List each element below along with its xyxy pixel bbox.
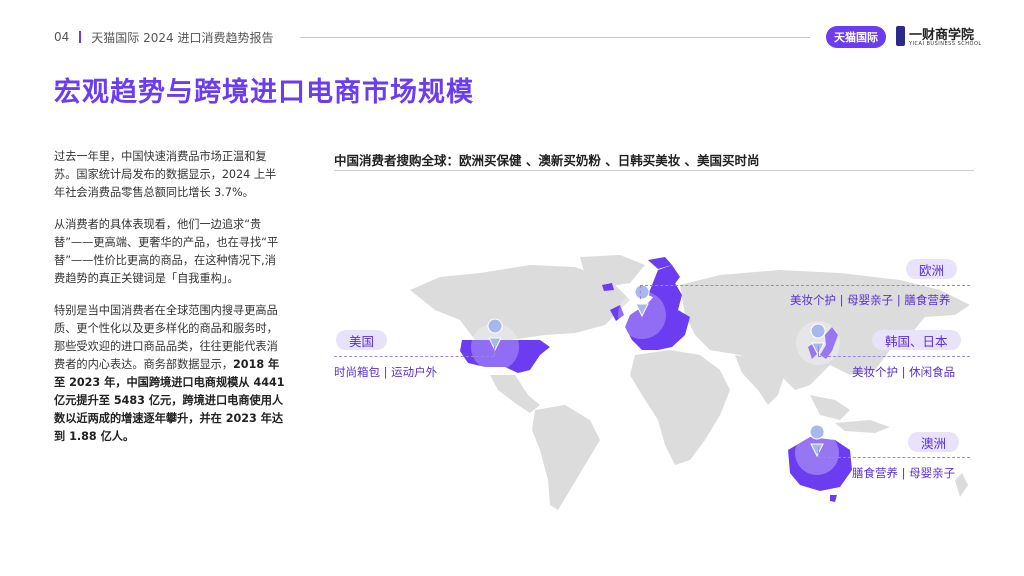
map-central-america	[490, 375, 540, 413]
korea-japan-leader-vline	[818, 346, 819, 356]
region-items-europe: 美妆个护 | 母婴亲子 | 膳食营养	[790, 293, 951, 307]
map-se-asia	[810, 395, 850, 420]
page-number: 04	[54, 30, 70, 44]
header-separator	[79, 31, 82, 43]
europe-leader-vline	[640, 285, 641, 299]
map-africa	[630, 350, 730, 465]
report-title: 天猫国际 2024 进口消费趋势报告	[91, 30, 274, 45]
usa-leader-line	[334, 356, 494, 357]
yicai-logo-subtext: YICAI BUSINESS SCHOOL	[909, 41, 982, 47]
region-tag-usa: 美国	[336, 330, 388, 350]
paragraph-3: 特别是当中国消费者在全球范围内搜寻更高品质、更个性化以及更多样化的商品和服务时，…	[54, 302, 286, 446]
map-title-rule	[334, 170, 974, 171]
region-tag-europe: 欧洲	[906, 259, 958, 279]
page-title: 宏观趋势与跨境进口电商市场规模	[54, 77, 474, 108]
map-south-america	[532, 405, 600, 510]
europe-leader-line	[640, 285, 970, 286]
map-new-zealand	[955, 473, 968, 497]
region-tag-korea-japan: 韩国、日本	[872, 330, 961, 350]
region-tag-australia: 澳洲	[908, 432, 960, 452]
korea-japan-leader-line	[818, 356, 970, 357]
tmall-global-logo: 天猫国际	[826, 26, 886, 48]
header-rule	[300, 37, 810, 38]
yicai-logo-mark	[896, 26, 905, 46]
region-items-korea-japan: 美妆个护 | 休闲食品	[852, 365, 956, 379]
yicai-logo: 一财商学院 YICAI BUSINESS SCHOOL	[896, 24, 981, 52]
australia-leader-vline	[818, 447, 819, 457]
paragraph-1: 过去一年里，中国快速消费品市场正温和复苏。国家统计局发布的数据显示，2024 上…	[54, 150, 277, 199]
region-items-australia: 膳食营养 | 母婴亲子	[852, 466, 956, 480]
paragraph-2: 从消费者的具体表现看，他们一边追求“贵替”——更高端、更奢华的产品，也在寻找“平…	[54, 218, 279, 285]
map-tasmania	[830, 495, 837, 502]
region-items-usa: 时尚箱包 | 运动户外	[334, 365, 438, 379]
map-title: 中国消费者搜购全球：欧洲买保健 、澳新买奶粉 、日韩买美妆 、美国买时尚	[334, 153, 760, 168]
australia-leader-line	[818, 457, 970, 458]
map-indonesia	[835, 420, 890, 433]
usa-leader-vline	[494, 346, 495, 356]
body-text: 过去一年里，中国快速消费品市场正温和复苏。国家统计局发布的数据显示，2024 上…	[54, 148, 286, 460]
header-bar: 04 天猫国际 2024 进口消费趋势报告	[54, 27, 273, 47]
